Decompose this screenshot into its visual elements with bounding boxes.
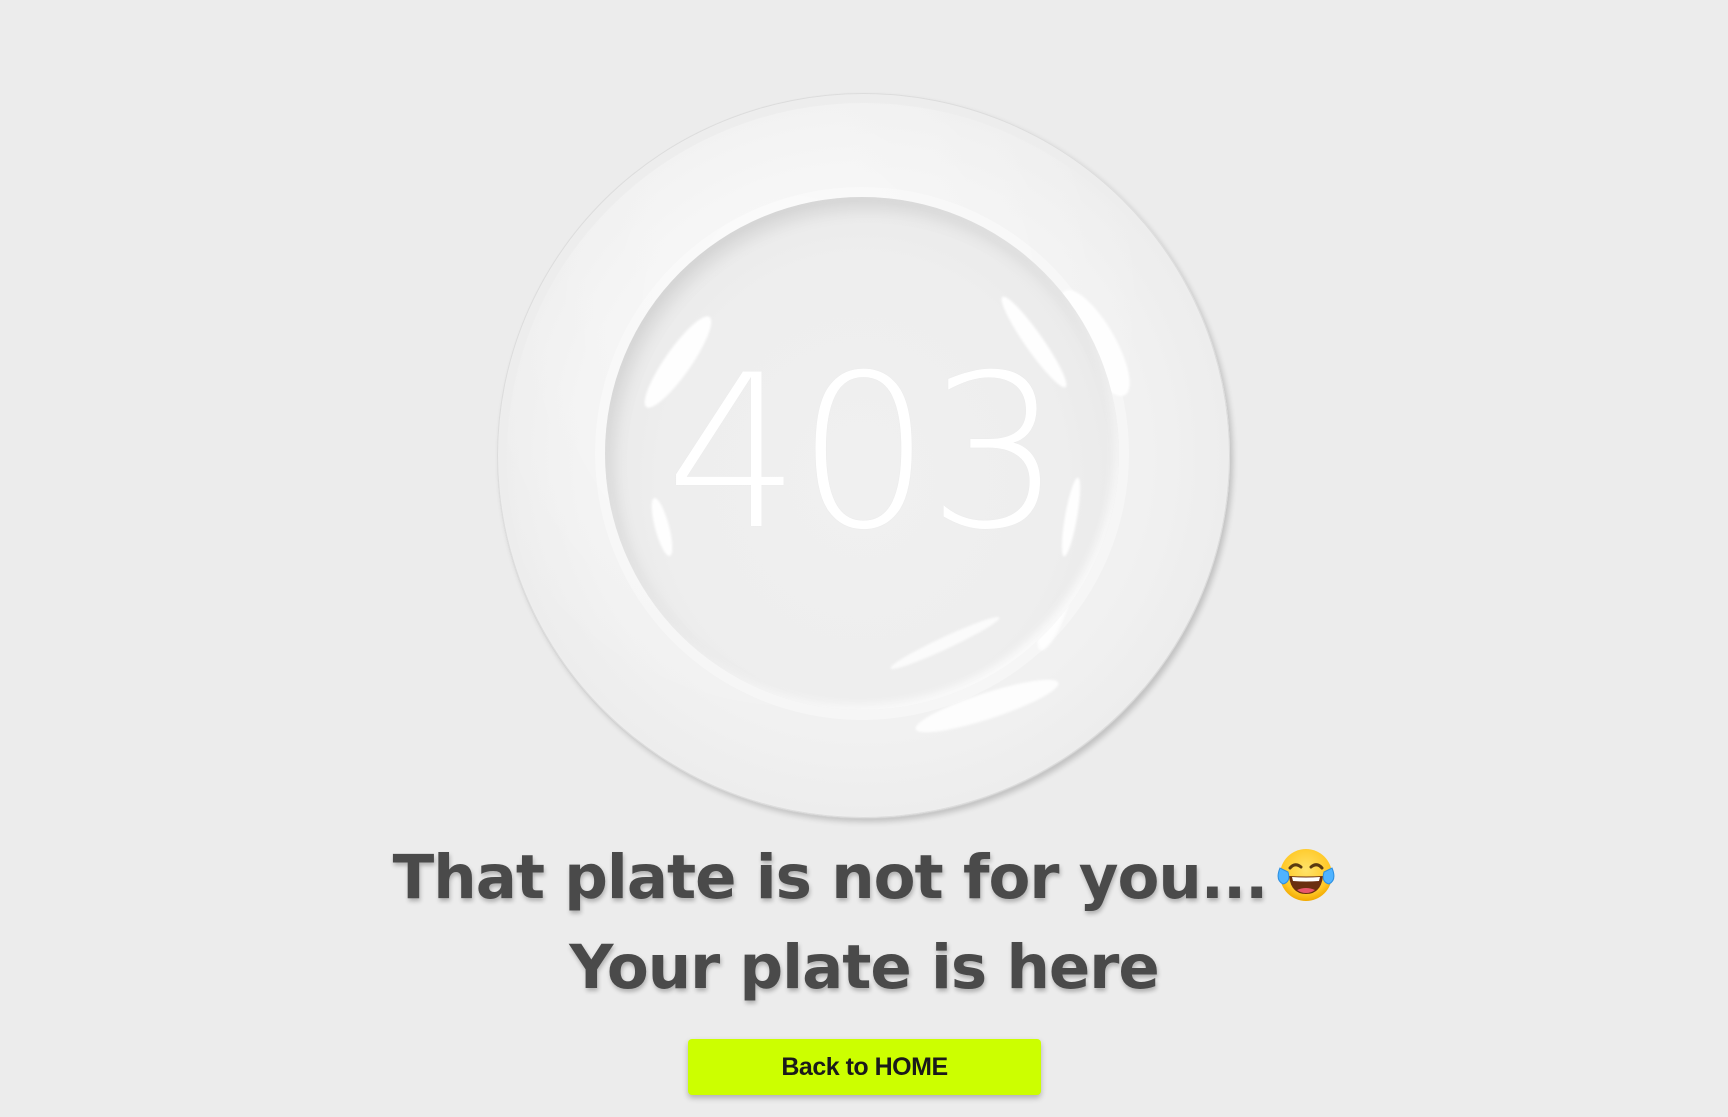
plate-well: 403 <box>605 197 1119 710</box>
error-message-line2: Your plate is here <box>569 932 1159 1003</box>
error-message-line1: That plate is not for you... <box>0 842 1728 913</box>
plate-gloss <box>888 612 1002 674</box>
laughing-tears-icon <box>1277 846 1335 904</box>
plate-image: 403 <box>497 93 1230 818</box>
error-message-line1-text: That plate is not for you... <box>392 842 1269 913</box>
back-to-home-button[interactable]: Back to HOME <box>688 1039 1041 1095</box>
error-page: 403 That plate is not for you... Your pl… <box>0 0 1728 1117</box>
error-code: 403 <box>665 329 1063 576</box>
